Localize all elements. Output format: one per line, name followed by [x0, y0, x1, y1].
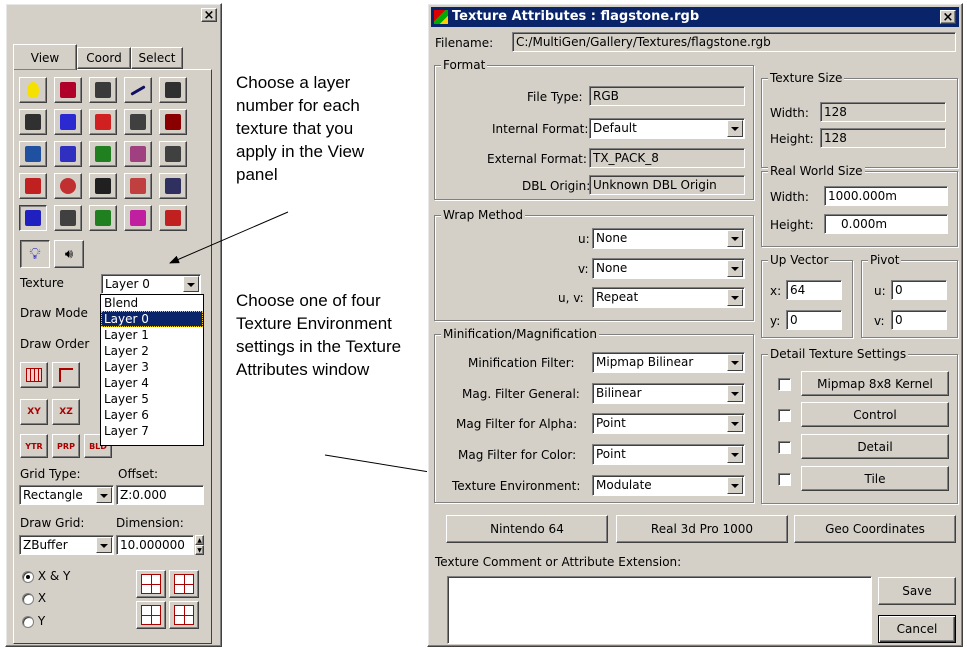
- real3d-pro-button[interactable]: Real 3d Pro 1000: [616, 515, 788, 543]
- up-vector-title: Up Vector: [768, 253, 831, 267]
- tile-button[interactable]: Tile: [801, 466, 949, 491]
- mag-general-select[interactable]: Bilinear: [592, 383, 745, 404]
- rw-width-input[interactable]: 1000.000m: [824, 186, 948, 206]
- nintendo-64-button[interactable]: Nintendo 64: [446, 515, 608, 543]
- layer-option[interactable]: Blend: [101, 295, 203, 311]
- chevron-down-icon[interactable]: [727, 446, 743, 463]
- up-x-input[interactable]: 64: [786, 280, 842, 300]
- detail-check-2[interactable]: [778, 409, 791, 422]
- close-icon: ×: [942, 9, 954, 25]
- detail-check-3[interactable]: [778, 441, 791, 454]
- mag-general-label: Mag. Filter General:: [462, 387, 580, 401]
- layer-option[interactable]: Layer 2: [101, 343, 203, 359]
- filename-field: C:/MultiGen/Gallery/Textures/flagstone.r…: [512, 32, 956, 52]
- up-y-input[interactable]: 0: [786, 310, 842, 330]
- wrap-group-title: Wrap Method: [441, 208, 526, 222]
- tex-width-field: 128: [820, 102, 946, 122]
- up-x-label: x:: [770, 284, 782, 298]
- layer-option[interactable]: Layer 1: [101, 327, 203, 343]
- pivot-title: Pivot: [868, 253, 902, 267]
- mag-alpha-select[interactable]: Point: [592, 413, 745, 434]
- chevron-down-icon[interactable]: [727, 415, 743, 432]
- real-world-title: Real World Size: [768, 164, 865, 178]
- app-icon: [434, 10, 448, 24]
- layer-option[interactable]: Layer 6: [101, 407, 203, 423]
- rw-width-label: Width:: [770, 190, 809, 204]
- layer-option[interactable]: Layer 5: [101, 391, 203, 407]
- file-type-field: RGB: [589, 86, 745, 106]
- detail-button[interactable]: Detail: [801, 434, 949, 459]
- mipmap-kernel-button[interactable]: Mipmap 8x8 Kernel: [801, 371, 949, 396]
- cancel-button[interactable]: Cancel: [878, 615, 956, 643]
- tex-height-field: 128: [820, 128, 946, 148]
- dialog-close-button[interactable]: ×: [940, 9, 956, 25]
- layer-option[interactable]: Layer 3: [101, 359, 203, 375]
- texture-attributes-dialog: Texture Attributes : flagstone.rgb × Fil…: [427, 3, 963, 647]
- arrow-to-layer-list: [169, 211, 289, 264]
- texture-size-group: Texture Size: [761, 71, 958, 168]
- up-y-label: y:: [770, 314, 781, 328]
- control-button[interactable]: Control: [801, 402, 949, 427]
- internal-format-select[interactable]: Default: [589, 118, 745, 139]
- file-type-label: File Type:: [527, 90, 583, 104]
- layer-dropdown-list[interactable]: Blend Layer 0 Layer 1 Layer 2 Layer 3 Layer 4…: [100, 294, 204, 446]
- layer-option[interactable]: Layer 0: [101, 311, 203, 327]
- chevron-down-icon[interactable]: [727, 260, 743, 277]
- wrap-u-label: u:: [578, 232, 590, 246]
- wrap-v-label: v:: [578, 262, 589, 276]
- pivot-v-input[interactable]: 0: [891, 310, 947, 330]
- wrap-uv-select[interactable]: Repeat: [592, 287, 745, 308]
- wrap-uv-label: u, v:: [558, 291, 584, 305]
- save-button[interactable]: Save: [878, 577, 956, 605]
- chevron-down-icon[interactable]: [727, 354, 743, 371]
- mag-color-label: Mag Filter for Color:: [458, 448, 577, 462]
- comment-textarea[interactable]: [447, 576, 872, 644]
- detail-title: Detail Texture Settings: [768, 347, 909, 361]
- rw-height-label: Height:: [770, 218, 814, 232]
- detail-check-4[interactable]: [778, 473, 791, 486]
- dbl-origin-field: Unknown DBL Origin: [589, 175, 745, 195]
- pivot-v-label: v:: [874, 314, 885, 328]
- geo-coordinates-button[interactable]: Geo Coordinates: [794, 515, 956, 543]
- external-format-field: TX_PACK_8: [589, 148, 745, 168]
- chevron-down-icon[interactable]: [727, 289, 743, 306]
- rw-height-input[interactable]: 0.000m: [824, 214, 948, 234]
- pivot-u-input[interactable]: 0: [891, 280, 947, 300]
- tex-height-label: Height:: [770, 132, 814, 146]
- wrap-u-select[interactable]: None: [592, 228, 745, 249]
- tex-width-label: Width:: [770, 106, 809, 120]
- texture-env-select[interactable]: Modulate: [592, 475, 745, 496]
- layer-option[interactable]: Layer 7: [101, 423, 203, 439]
- dbl-origin-label: DBL Origin:: [522, 179, 591, 193]
- external-format-label: External Format:: [487, 152, 587, 166]
- detail-check-1[interactable]: [778, 378, 791, 391]
- minmag-title: Minification/Magnification: [441, 327, 599, 341]
- min-filter-label: Minification Filter:: [468, 356, 575, 370]
- internal-format-label: Internal Format:: [492, 122, 589, 136]
- chevron-down-icon[interactable]: [727, 477, 743, 494]
- chevron-down-icon[interactable]: [727, 120, 743, 137]
- tab-view[interactable]: View: [13, 44, 77, 70]
- format-group-title: Format: [441, 58, 488, 72]
- title-bar: Texture Attributes : flagstone.rgb ×: [431, 7, 959, 27]
- chevron-down-icon[interactable]: [727, 385, 743, 402]
- chevron-down-icon[interactable]: [727, 230, 743, 247]
- wrap-v-select[interactable]: None: [592, 258, 745, 279]
- comment-label: Texture Comment or Attribute Extension:: [435, 555, 682, 569]
- texture-size-title: Texture Size: [768, 71, 845, 85]
- mag-alpha-label: Mag Filter for Alpha:: [456, 417, 578, 431]
- texture-env-label: Texture Environment:: [452, 479, 581, 493]
- real-world-group: Real World Size: [761, 164, 958, 247]
- mag-color-select[interactable]: Point: [592, 444, 745, 465]
- layer-option[interactable]: Layer 4: [101, 375, 203, 391]
- min-filter-select[interactable]: Mipmap Bilinear: [592, 352, 745, 373]
- dialog-title: Texture Attributes : flagstone.rgb: [452, 9, 700, 24]
- filename-label: Filename:: [435, 36, 494, 50]
- pivot-u-label: u:: [874, 284, 886, 298]
